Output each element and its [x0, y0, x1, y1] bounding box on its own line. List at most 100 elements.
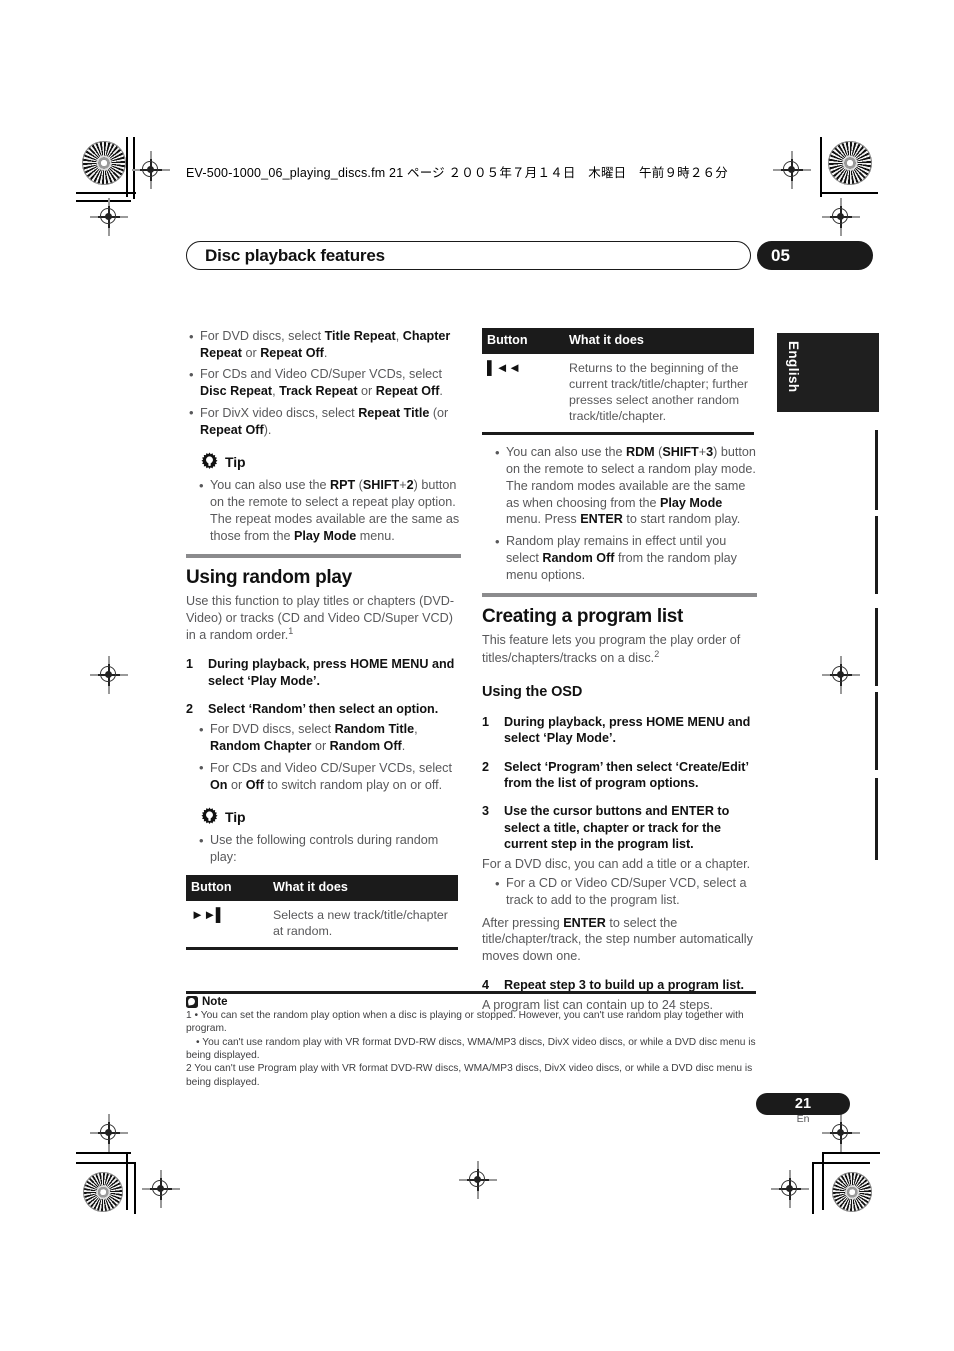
step-number: 2: [482, 759, 490, 774]
table-header-row: Button What it does: [186, 874, 458, 901]
column-header-button: Button: [186, 874, 269, 901]
file-slug-header: EV-500-1000_06_playing_discs.fm 21 ページ ２…: [186, 166, 728, 180]
registration-cross-right-upper: [822, 198, 860, 236]
crop-mark-bl-h2: [76, 1162, 136, 1164]
section-heading-program-list: Creating a program list: [482, 605, 684, 627]
registration-cross-bottom-left: [142, 1170, 180, 1208]
crop-mark-bl-v2: [134, 1162, 136, 1214]
crop-mark-tr-h: [820, 192, 878, 194]
thumb-index-bar-4: [875, 692, 879, 770]
note-icon: [186, 995, 198, 1008]
crop-mark-br-h2: [812, 1162, 870, 1164]
table-bottom-rule-left: [186, 946, 458, 951]
registration-cross-bottom-right: [771, 1170, 809, 1208]
tip-callout-header-1: Tip: [200, 452, 461, 471]
table-row: ▌◄◄ Returns to the beginning of the curr…: [482, 354, 754, 433]
random-notes-list: You can also use the RDM (SHIFT+3) butto…: [482, 444, 757, 583]
list-item: For CDs and Video CD/Super VCDs, select …: [186, 759, 461, 793]
table-row: ►►▌ Selects a new track/title/chapter at…: [186, 901, 458, 947]
tip-label: Tip: [225, 808, 246, 825]
list-item: Use the following controls during random…: [186, 832, 461, 865]
list-item: For a CD or Video CD/Super VCD, select a…: [482, 875, 757, 908]
crop-mark-bl-v: [126, 1152, 128, 1210]
registration-cross-top-right: [773, 151, 811, 189]
step-3-note: For a DVD disc, you can add a title or a…: [482, 857, 751, 872]
section-intro-random-play: Use this function to play titles or chap…: [186, 594, 455, 643]
column-header-button: Button: [482, 328, 565, 354]
column-header-what-it-does: What it does: [565, 328, 754, 354]
table-cell-description: Selects a new track/title/chapter at ran…: [273, 907, 448, 938]
step-text: Select ‘Program’ then select ‘Create/Edi…: [504, 759, 749, 790]
column-header-what-it-does: What it does: [269, 874, 458, 901]
crop-mark-tr-v: [820, 137, 822, 197]
next-track-button-icon: ►►▌: [191, 906, 225, 922]
table-header-row: Button What it does: [482, 328, 754, 354]
crop-mark-br-v2: [812, 1162, 814, 1214]
step-3-bullets: For a CD or Video CD/Super VCD, select a…: [482, 875, 757, 908]
step-1-program: 1 During playback, press HOME MENU and s…: [482, 714, 757, 747]
table-bottom-rule-right: [482, 432, 754, 436]
language-tab-label: English: [786, 341, 801, 393]
registration-cross-left-mid: [90, 656, 128, 694]
page-number-badge: 21: [756, 1093, 850, 1115]
list-item: You can also use the RPT (SHIFT+2) butto…: [186, 477, 461, 544]
step-2-random: 2 Select ‘Random’ then select an option.: [186, 701, 461, 717]
table-cell-description: Returns to the beginning of the current …: [569, 360, 749, 424]
registration-target-top-left: [82, 141, 126, 185]
repeat-options-list: For DVD discs, select Title Repeat, Chap…: [186, 327, 461, 438]
list-item: For DVD discs, select Title Repeat, Chap…: [186, 327, 461, 361]
section-intro-program-list: This feature lets you program the play o…: [482, 632, 741, 665]
crop-mark-br-h: [822, 1152, 880, 1154]
registration-target-top-right: [828, 141, 872, 185]
crop-mark-tl-h2: [76, 200, 131, 202]
step-3-note-2: After pressing ENTER to select the title…: [482, 915, 753, 964]
section-heading-random-play: Using random play: [186, 566, 352, 588]
step-number: 1: [186, 657, 194, 672]
note-label: Note: [202, 995, 228, 1008]
section-rule-program: [482, 593, 757, 597]
thumb-index-bar-5: [875, 778, 879, 860]
step-1-random: 1 During playback, press HOME MENU and s…: [186, 656, 461, 689]
crop-mark-bl-h: [76, 1152, 131, 1154]
crop-mark-tl-v: [126, 137, 128, 197]
thumb-index-bar-3: [875, 608, 879, 686]
step-text: Use the cursor buttons and ENTER to sele…: [504, 804, 730, 852]
list-item: You can also use the RDM (SHIFT+3) butto…: [482, 444, 757, 528]
footnote-block: Note 1 • You can set the random play opt…: [186, 991, 756, 1089]
running-head-bar: Disc playback features: [186, 241, 751, 270]
step-text: During playback, press HOME MENU and sel…: [504, 714, 751, 746]
footnote-body: 1 • You can set the random play option w…: [186, 1009, 756, 1090]
left-column: For DVD discs, select Title Repeat, Chap…: [186, 327, 461, 951]
tip-icon: [200, 807, 219, 826]
step-text: Repeat step 3 to build up a program list…: [504, 977, 745, 992]
section-rule-random: [186, 554, 461, 558]
page-title: Disc playback features: [205, 245, 385, 265]
thumb-index-bar-2: [875, 516, 879, 594]
step-3-program: 3 Use the cursor buttons and ENTER to se…: [482, 803, 757, 852]
registration-cross-top-left: [132, 151, 170, 189]
footnote-line: 1 • You can set the random play option w…: [186, 1009, 744, 1035]
registration-cross-left-upper: [90, 198, 128, 236]
step-number: 1: [482, 714, 490, 729]
list-item: For DivX video discs, select Repeat Titl…: [186, 404, 461, 438]
tip-bullets-2: Use the following controls during random…: [186, 832, 461, 865]
tip-callout-header-2: Tip: [200, 807, 461, 826]
registration-cross-right-mid: [822, 656, 860, 694]
step-2-program: 2 Select ‘Program’ then select ‘Create/E…: [482, 759, 757, 792]
tip-bullets-1: You can also use the RPT (SHIFT+2) butto…: [186, 477, 461, 544]
previous-track-button-icon: ▌◄◄: [487, 359, 521, 375]
footnote-rule: [186, 991, 756, 994]
crop-mark-tl-v2: [133, 137, 135, 199]
list-item: Random play remains in effect until you …: [482, 533, 757, 583]
registration-cross-left-lower: [90, 1114, 128, 1152]
footnote-line: 2 You can't use Program play with VR for…: [186, 1063, 753, 1088]
right-column: Button What it does ▌◄◄ Returns to the b…: [482, 328, 757, 1016]
footnote-line: • You can't use random play with VR form…: [186, 1036, 756, 1061]
thumb-index-bar-1: [875, 430, 879, 510]
subheading-using-the-osd: Using the OSD: [482, 683, 583, 700]
step-number: 3: [482, 804, 490, 819]
registration-cross-bottom-center: [459, 1161, 497, 1199]
step-text: During playback, press HOME MENU and sel…: [208, 657, 455, 688]
footnote-header: Note: [186, 995, 756, 1008]
registration-target-bottom-right: [832, 1172, 872, 1212]
